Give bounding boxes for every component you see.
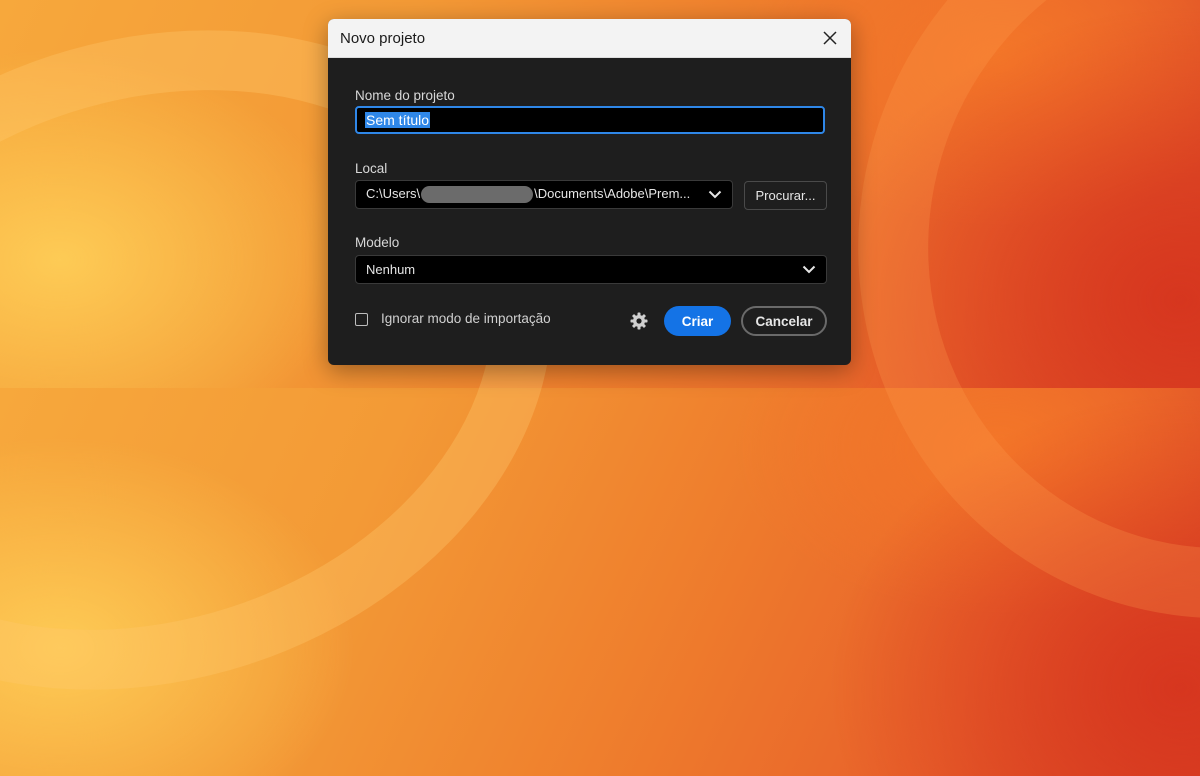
ignore-import-checkbox[interactable] <box>355 313 368 326</box>
location-path-prefix: C:\Users\ <box>366 185 421 201</box>
close-button[interactable] <box>817 25 843 51</box>
template-dropdown[interactable]: Nenhum <box>355 255 827 284</box>
cancel-label: Cancelar <box>755 313 813 329</box>
location-path-suffix: \Documents\Adobe\Prem... <box>534 185 691 201</box>
settings-button[interactable] <box>629 311 649 331</box>
chevron-down-icon <box>708 190 722 199</box>
browse-label: Procurar... <box>755 188 816 203</box>
create-label: Criar <box>681 313 714 329</box>
browse-button[interactable]: Procurar... <box>744 181 827 210</box>
ignore-import-label: Ignorar modo de importação <box>381 311 551 326</box>
cancel-button[interactable]: Cancelar <box>741 306 827 336</box>
redacted-username <box>421 186 534 204</box>
create-button[interactable]: Criar <box>664 306 731 336</box>
project-name-input[interactable]: Sem título <box>355 106 825 134</box>
location-path: C:\Users\ \Documents\Adobe\Prem... <box>366 185 708 204</box>
chevron-down-icon <box>802 265 816 274</box>
location-label: Local <box>355 161 388 176</box>
location-dropdown[interactable]: C:\Users\ \Documents\Adobe\Prem... <box>355 180 733 209</box>
template-value: Nenhum <box>366 262 416 277</box>
close-icon <box>823 31 837 45</box>
template-label: Modelo <box>355 235 400 250</box>
project-name-label: Nome do projeto <box>355 88 455 103</box>
dialog-titlebar: Novo projeto <box>328 19 851 58</box>
gear-icon <box>630 312 648 330</box>
new-project-dialog: Novo projeto Nome do projeto Sem título … <box>328 19 851 365</box>
dialog-title: Novo projeto <box>340 30 426 47</box>
project-name-value: Sem título <box>365 112 431 128</box>
